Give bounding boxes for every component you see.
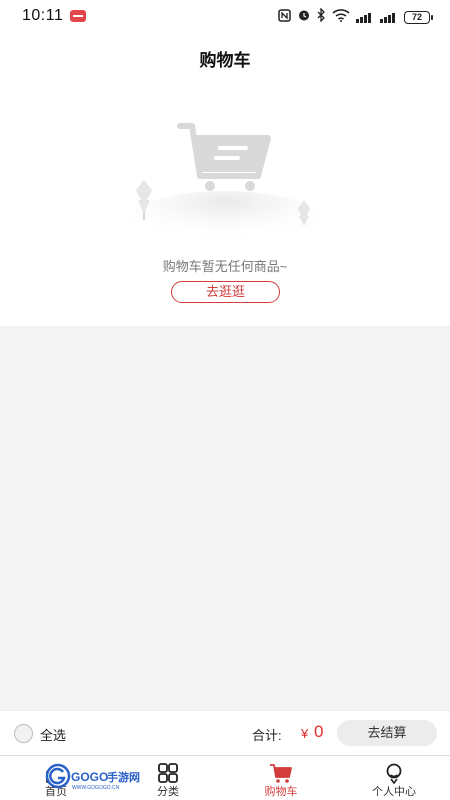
gogo-watermark-logo: GOGO 手游网 WWW.GOGOGO.CN (45, 763, 140, 791)
select-all-checkbox[interactable] (14, 724, 33, 743)
total-amount: 0 (314, 722, 324, 741)
wifi-icon (332, 8, 350, 26)
page-title: 购物车 (199, 51, 251, 70)
grid-icon (158, 763, 178, 783)
nav-label-cart: 购物车 (264, 786, 298, 798)
person-icon (386, 763, 402, 784)
go-shopping-button[interactable]: 去逛逛 (171, 281, 280, 303)
checkout-bar: 全选 合计: ¥ 0 去结算 (0, 710, 450, 755)
signal-icon-2 (380, 11, 398, 23)
select-all-label[interactable]: 全选 (40, 725, 66, 744)
status-bar: 10:11 72 (0, 0, 450, 32)
nfc-icon (278, 8, 291, 26)
nav-item-profile[interactable]: 个人中心 (338, 756, 450, 800)
signal-icon-1 (356, 11, 374, 23)
checkout-button[interactable]: 去结算 (337, 720, 437, 746)
alarm-icon (297, 8, 311, 26)
currency-symbol: ¥ (301, 726, 309, 741)
empty-state-panel: 购物车暂无任何商品~ 去逛逛 (0, 84, 450, 326)
total-label: 合计: (252, 728, 282, 743)
bluetooth-icon (317, 7, 326, 26)
nav-item-cart[interactable]: 购物车 (225, 756, 337, 800)
cart-icon (270, 764, 292, 783)
notification-app-icon (70, 10, 86, 22)
svg-text:WWW.GOGOGO.CN: WWW.GOGOGO.CN (72, 785, 120, 791)
nav-label-profile: 个人中心 (372, 786, 416, 798)
header: 购物车 (0, 32, 450, 84)
empty-cart-illustration (130, 123, 320, 244)
status-icons: 72 (278, 7, 433, 26)
battery-icon: 72 (404, 10, 433, 24)
svg-text:GOGO: GOGO (71, 770, 108, 784)
status-time: 10:11 (22, 7, 64, 24)
svg-text:手游网: 手游网 (107, 770, 140, 784)
empty-cart-message: 购物车暂无任何商品~ (162, 259, 288, 274)
